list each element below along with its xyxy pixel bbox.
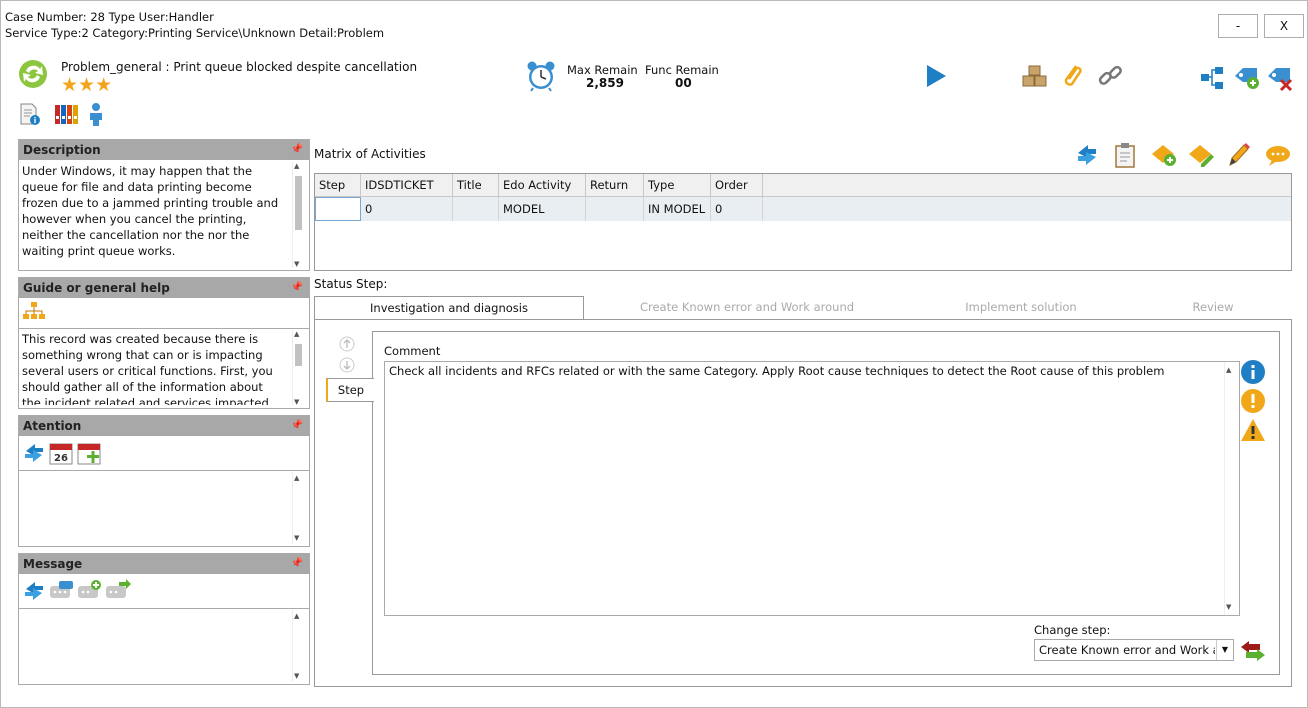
refresh-icon[interactable] [17,58,49,90]
message-forward-icon[interactable] [105,579,131,603]
sync-icon[interactable] [1075,142,1099,168]
pin-icon[interactable]: 📌 [291,140,303,160]
message-icon[interactable] [49,579,75,603]
warning-icon[interactable] [1240,418,1266,442]
guide-scrollbar[interactable]: ▲ ▼ [292,330,305,406]
hierarchy-icon[interactable] [1200,66,1226,90]
chevron-down-icon[interactable]: ▼ [1216,640,1233,660]
change-step-select[interactable]: Create Known error and Work a ▼ [1034,639,1234,661]
exclamation-icon[interactable] [1240,388,1266,414]
column-header-return[interactable]: Return [586,174,644,196]
paperclip-icon[interactable] [1060,62,1084,90]
description-panel: Description 📌 Under Windows, it may happe… [18,139,310,271]
play-icon[interactable] [924,64,948,88]
message-header: Message 📌 [19,554,309,574]
document-info-icon[interactable] [18,102,42,126]
cell-edo-activity[interactable]: MODEL [499,197,586,221]
tag-delete-icon[interactable] [1266,66,1294,92]
func-remain-label: Func Remain [645,63,719,77]
clipboard-icon[interactable] [1114,142,1136,168]
boxes-icon[interactable] [1022,64,1048,88]
column-header-order[interactable]: Order [711,174,763,196]
calendar-icon[interactable]: 26 [49,441,73,465]
pin-icon[interactable]: 📌 [291,554,303,574]
arrow-down-icon[interactable] [339,357,355,373]
cell-order[interactable]: 0 [711,197,763,221]
matrix-title: Matrix of Activities [314,147,426,161]
description-text: Under Windows, it may happen that the qu… [22,164,279,258]
step-tab-known-error[interactable]: Create Known error and Work around [612,296,882,318]
binders-icon[interactable] [54,102,80,126]
func-remain-value: 00 [675,76,692,90]
close-button[interactable]: X [1264,14,1304,38]
attention-panel: Atention 📌 26 ▲ ▼ [18,415,310,547]
column-header-edo-activity[interactable]: Edo Activity [499,174,586,196]
message-scrollbar[interactable]: ▲ ▼ [292,610,305,682]
swap-arrows-icon[interactable] [1240,640,1266,662]
max-remain-label: Max Remain [567,63,638,77]
comment-scrollbar[interactable]: ▲ ▼ [1224,362,1237,615]
column-header-title[interactable]: Title [453,174,499,196]
attention-header: Atention 📌 [19,416,309,436]
person-icon[interactable] [88,102,104,126]
rating-stars: ★★★ [61,74,113,96]
cell-idsdticket[interactable]: 0 [361,197,453,221]
table-row[interactable]: 0 MODEL IN MODEL 0 [315,197,1291,221]
svg-text:26: 26 [54,453,68,464]
guide-header: Guide or general help 📌 [19,278,309,298]
step-tab-review[interactable]: Review [1170,296,1256,318]
message-panel: Message 📌 ▲ ▼ [18,553,310,685]
step-tab-investigation[interactable]: Investigation and diagnosis [314,296,584,320]
grid-header: Step IDSDTICKET Title Edo Activity Retur… [315,174,1291,197]
comment-label: Comment [384,344,441,358]
info-icon[interactable] [1240,359,1266,385]
arrow-up-icon[interactable] [339,336,355,352]
description-scrollbar[interactable]: ▲ ▼ [292,162,305,268]
attention-scrollbar[interactable]: ▲ ▼ [292,472,305,544]
message-add-icon[interactable] [77,579,103,603]
step-tab-implement[interactable]: Implement solution [920,296,1122,318]
org-chart-icon[interactable] [22,301,46,321]
step-side-tab[interactable]: Step [326,378,374,402]
sync-icon[interactable] [23,441,45,465]
column-header-idsdticket[interactable]: IDSDTICKET [361,174,453,196]
pencil-icon[interactable] [1227,142,1251,168]
max-remain-value: 2,859 [586,76,624,90]
cell-step[interactable] [315,197,361,221]
cell-title[interactable] [453,197,499,221]
description-header: Description 📌 [19,140,309,160]
chat-icon[interactable] [1264,144,1292,168]
guide-panel: Guide or general help 📌 This record was c… [18,277,310,409]
ticket-edit-icon[interactable] [1187,142,1215,168]
activities-grid: Step IDSDTICKET Title Edo Activity Retur… [314,173,1292,271]
ticket-title: Problem_general : Print queue blocked de… [61,60,418,74]
case-info-line: Case Number: 28 Type User:Handler [5,10,214,24]
minimize-button[interactable]: - [1218,14,1258,38]
alarm-clock-icon [527,61,555,92]
status-step-label: Status Step: [314,277,388,291]
comment-text: Check all incidents and RFCs related or … [389,364,1165,378]
ticket-add-icon[interactable] [1150,142,1178,168]
change-step-label: Change step: [1034,623,1111,637]
column-header-step[interactable]: Step [315,174,361,196]
column-header-type[interactable]: Type [644,174,711,196]
tag-add-icon[interactable] [1233,66,1261,90]
cell-return[interactable] [586,197,644,221]
change-step-value: Create Known error and Work a [1039,643,1215,657]
pin-icon[interactable]: 📌 [291,278,303,298]
pin-icon[interactable]: 📌 [291,416,303,436]
comment-textarea[interactable]: Check all incidents and RFCs related or … [384,361,1240,616]
service-info-line: Service Type:2 Category:Printing Service… [5,26,385,40]
calendar-add-icon[interactable] [77,441,103,467]
guide-text: This record was created because there is… [22,332,273,405]
sync-icon[interactable] [23,579,45,603]
link-icon[interactable] [1097,63,1123,89]
cell-type[interactable]: IN MODEL [644,197,711,221]
